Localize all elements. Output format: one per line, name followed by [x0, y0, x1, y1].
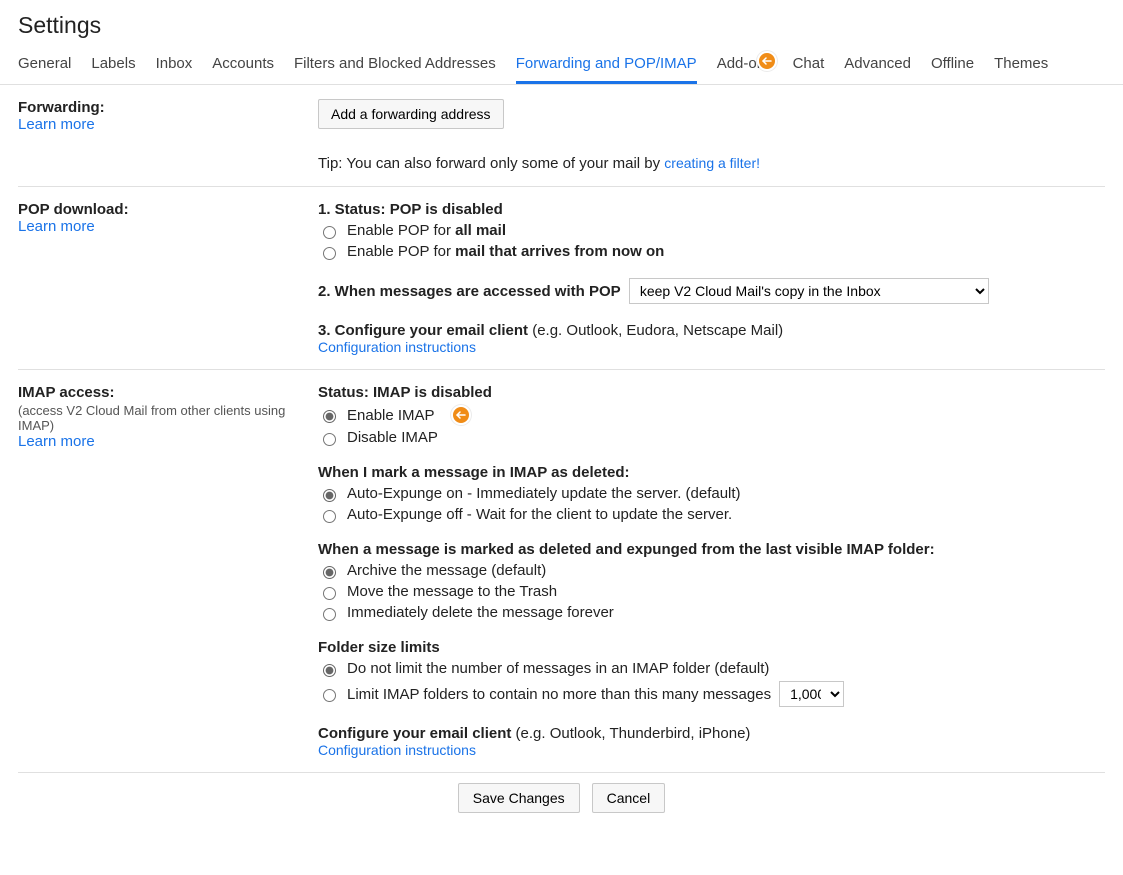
pop-configure-prefix: 3. Configure your email client: [318, 322, 528, 339]
tab-filters[interactable]: Filters and Blocked Addresses: [294, 45, 496, 84]
imap-nolimit-label: Do not limit the number of messages in a…: [347, 660, 769, 677]
tab-advanced[interactable]: Advanced: [844, 45, 911, 84]
pop-enable-all-label: Enable POP for all mail: [347, 222, 506, 239]
pop-enable-now-bold: mail that arrives from now on: [455, 243, 664, 260]
add-forwarding-address-button[interactable]: Add a forwarding address: [318, 99, 504, 129]
imap-config-instructions-link[interactable]: Configuration instructions: [318, 742, 1105, 758]
imap-learn-more-link[interactable]: Learn more: [18, 433, 308, 450]
tab-offline[interactable]: Offline: [931, 45, 974, 84]
tab-inbox[interactable]: Inbox: [156, 45, 193, 84]
imap-status-line: Status: IMAP is disabled: [318, 384, 1105, 401]
imap-disable-label: Disable IMAP: [347, 429, 438, 446]
imap-enable-radio[interactable]: [323, 410, 336, 423]
pop-access-label: 2. When messages are accessed with POP: [318, 283, 621, 300]
save-button[interactable]: Save Changes: [458, 783, 580, 813]
pop-enable-all-bold: all mail: [455, 222, 506, 239]
imap-limit-radio[interactable]: [323, 689, 336, 702]
pop-enable-all-prefix: Enable POP for: [347, 222, 455, 239]
imap-section: IMAP access: (access V2 Cloud Mail from …: [18, 370, 1105, 773]
imap-trash-radio[interactable]: [323, 587, 336, 600]
pop-status-line: 1. Status: POP is disabled: [318, 201, 1105, 218]
imap-limit-label: Limit IMAP folders to contain no more th…: [347, 686, 771, 703]
forwarding-section: Forwarding: Learn more Add a forwarding …: [18, 85, 1105, 187]
imap-expunge-title: When I mark a message in IMAP as deleted…: [318, 464, 1105, 481]
pop-title: POP download:: [18, 201, 308, 218]
imap-archive-radio[interactable]: [323, 566, 336, 579]
imap-trash-label: Move the message to the Trash: [347, 583, 557, 600]
footer-actions: Save Changes Cancel: [18, 773, 1105, 833]
pop-configure-examples: (e.g. Outlook, Eudora, Netscape Mail): [528, 322, 783, 339]
imap-subtitle: (access V2 Cloud Mail from other clients…: [18, 403, 308, 433]
arrow-left-annotation-icon: [757, 51, 777, 71]
imap-status-value: IMAP is disabled: [373, 384, 492, 401]
imap-folderlimits-title: Folder size limits: [318, 639, 1105, 656]
imap-expunge-off-radio[interactable]: [323, 510, 336, 523]
pop-status-value: POP is disabled: [390, 201, 503, 218]
pop-status-prefix: 1. Status:: [318, 201, 386, 218]
forwarding-title: Forwarding:: [18, 99, 308, 116]
imap-expunge-on-label: Auto-Expunge on - Immediately update the…: [347, 485, 741, 502]
imap-status-prefix: Status:: [318, 384, 369, 401]
pop-access-select[interactable]: keep V2 Cloud Mail's copy in the Inbox: [629, 278, 989, 304]
imap-configure-examples: (e.g. Outlook, Thunderbird, iPhone): [511, 725, 750, 742]
page-title: Settings: [0, 0, 1123, 45]
tab-chat[interactable]: Chat: [793, 45, 825, 84]
tab-labels[interactable]: Labels: [91, 45, 135, 84]
forwarding-tip-text: Tip: You can also forward only some of y…: [318, 155, 664, 172]
imap-configure-line: Configure your email client (e.g. Outloo…: [318, 725, 1105, 742]
imap-disable-radio[interactable]: [323, 433, 336, 446]
pop-learn-more-link[interactable]: Learn more: [18, 218, 308, 235]
imap-configure-prefix: Configure your email client: [318, 725, 511, 742]
imap-archive-label: Archive the message (default): [347, 562, 546, 579]
tabs-bar: General Labels Inbox Accounts Filters an…: [0, 45, 1123, 85]
creating-filter-link[interactable]: creating a filter!: [664, 155, 760, 171]
imap-limit-select[interactable]: 1,000: [779, 681, 844, 707]
cancel-button[interactable]: Cancel: [592, 783, 666, 813]
arrow-left-annotation-icon: [451, 405, 471, 425]
tab-forwarding-pop-imap[interactable]: Forwarding and POP/IMAP: [516, 45, 697, 84]
imap-delete-label: Immediately delete the message forever: [347, 604, 614, 621]
pop-enable-all-radio[interactable]: [323, 226, 336, 239]
pop-enable-now-label: Enable POP for mail that arrives from no…: [347, 243, 664, 260]
pop-section: POP download: Learn more 1. Status: POP …: [18, 187, 1105, 370]
forwarding-tip: Tip: You can also forward only some of y…: [318, 155, 1105, 172]
tab-themes[interactable]: Themes: [994, 45, 1048, 84]
pop-config-instructions-link[interactable]: Configuration instructions: [318, 339, 1105, 355]
imap-title: IMAP access:: [18, 384, 308, 401]
imap-enable-label: Enable IMAP: [347, 407, 435, 424]
pop-configure-line: 3. Configure your email client (e.g. Out…: [318, 322, 1105, 339]
imap-expunge-on-radio[interactable]: [323, 489, 336, 502]
imap-lastfolder-title: When a message is marked as deleted and …: [318, 541, 1105, 558]
tab-accounts[interactable]: Accounts: [212, 45, 274, 84]
forwarding-learn-more-link[interactable]: Learn more: [18, 116, 308, 133]
pop-enable-now-prefix: Enable POP for: [347, 243, 455, 260]
imap-nolimit-radio[interactable]: [323, 664, 336, 677]
imap-delete-radio[interactable]: [323, 608, 336, 621]
pop-enable-now-radio[interactable]: [323, 247, 336, 260]
imap-expunge-off-label: Auto-Expunge off - Wait for the client t…: [347, 506, 732, 523]
tab-general[interactable]: General: [18, 45, 71, 84]
